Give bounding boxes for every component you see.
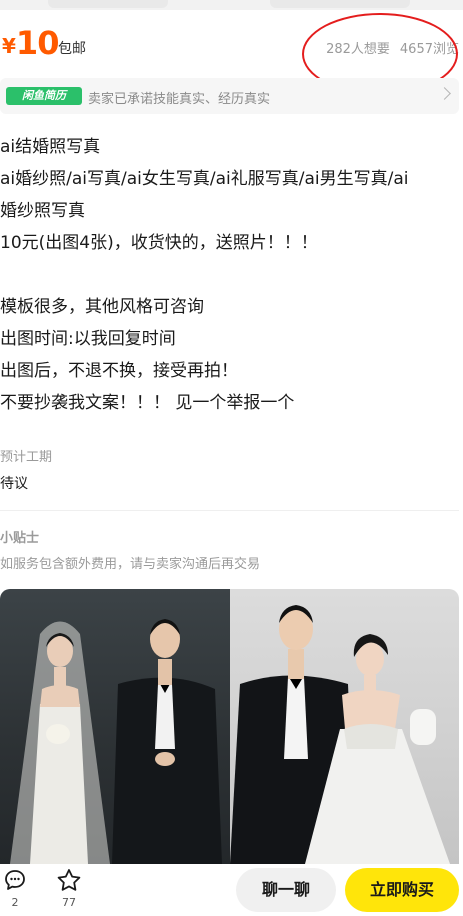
favorite-count: 77 xyxy=(62,896,76,909)
resume-badge: 闲鱼简历 xyxy=(6,87,82,105)
period-value: 待议 xyxy=(0,476,28,492)
chevron-right-icon xyxy=(438,87,451,100)
couple-illustration-left xyxy=(10,619,222,864)
star-icon xyxy=(57,869,81,891)
description-line: 不要抄袭我文案！！！ 见一个举报一个 xyxy=(0,393,295,413)
photo-right-panel xyxy=(230,589,459,864)
description-line: ai婚纱照/ai写真/ai女生写真/ai礼服写真/ai男生写真/ai xyxy=(0,169,409,189)
credential-text: 卖家已承诺技能真实、经历真实 xyxy=(88,92,271,107)
comment-button[interactable]: 2 xyxy=(1,868,29,909)
description-line: 出图后，不退不换，接受再拍！ xyxy=(0,361,238,381)
description-line: 模板很多，其他风格可咨询 xyxy=(0,297,204,317)
tab-pill xyxy=(48,0,168,8)
shipping-label: 包邮 xyxy=(58,41,86,57)
tips-text: 如服务包含额外费用，请与卖家沟通后再交易 xyxy=(0,557,261,572)
credential-bar[interactable]: 闲鱼简历 卖家已承诺技能真实、经历真实 xyxy=(0,78,459,114)
description-line: 出图时间:以我回复时间 xyxy=(0,329,176,349)
period-label: 预计工期 xyxy=(0,450,53,465)
buy-now-button[interactable]: 立即购买 xyxy=(345,868,459,912)
chat-button[interactable]: 聊一聊 xyxy=(236,868,336,912)
currency-symbol: ¥ xyxy=(2,34,16,58)
description: ai结婚照写真 ai婚纱照/ai写真/ai女生写真/ai礼服写真/ai男生写真/… xyxy=(0,131,460,419)
description-line xyxy=(0,259,460,291)
photo-left-panel xyxy=(0,589,230,864)
price-value: 10 xyxy=(15,24,60,62)
description-line: ai结婚照写真 xyxy=(0,137,101,157)
bottom-bar: 2 77 聊一聊 立即购买 xyxy=(0,864,463,916)
tab-pill xyxy=(270,0,410,8)
description-line: 婚纱照写真 xyxy=(0,201,85,221)
couple-illustration-right xyxy=(230,605,450,864)
price: ¥10 xyxy=(2,24,60,62)
top-strip xyxy=(0,0,463,10)
divider xyxy=(0,510,459,511)
description-line: 10元(出图4张)，收货快的，送照片！！！ xyxy=(0,233,318,253)
comment-count: 2 xyxy=(11,896,19,909)
product-photo[interactable] xyxy=(0,589,459,864)
comment-icon xyxy=(5,870,25,890)
tips-title: 小贴士 xyxy=(0,531,40,546)
favorite-button[interactable]: 77 xyxy=(55,868,83,909)
